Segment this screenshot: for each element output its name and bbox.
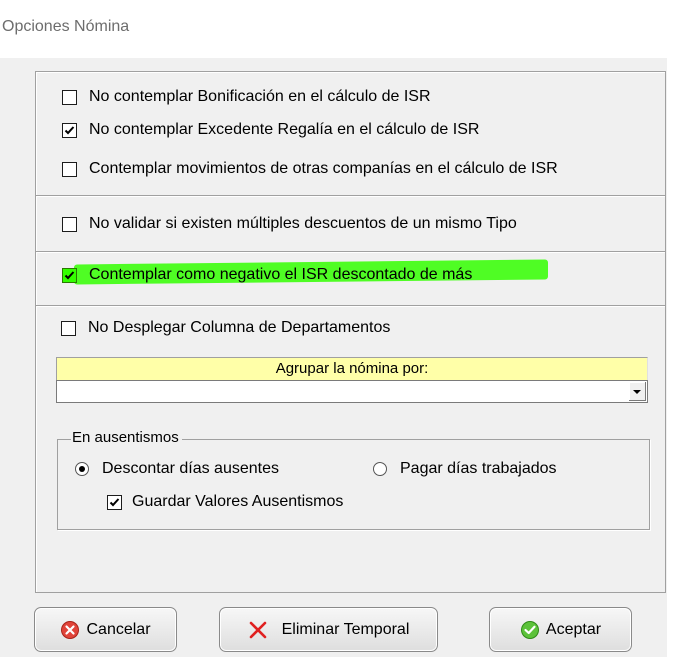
agrupar-select[interactable]: [56, 380, 648, 403]
options-panel-lower: No Desplegar Columna de Departamentos Ag…: [35, 71, 666, 593]
radio-label: Pagar días trabajados: [400, 460, 557, 477]
delete-temp-label: Eliminar Temporal: [281, 620, 410, 638]
radio-button[interactable]: [75, 462, 89, 476]
ausentismos-legend: En ausentismos: [71, 429, 182, 447]
accept-label: Aceptar: [545, 620, 602, 638]
ausentismos-group: [57, 439, 650, 530]
dropdown-button[interactable]: [628, 382, 646, 401]
checkmark-icon: [109, 497, 120, 506]
checkbox-guardar-ausentismos[interactable]: Guardar Valores Ausentismos: [107, 492, 343, 512]
title-bar: Opciones Nómina: [0, 0, 667, 58]
checkbox-label: No Desplegar Columna de Departamentos: [88, 319, 391, 336]
options-dialog: Opciones Nómina No contemplar Bonificaci…: [0, 0, 667, 657]
check-icon: [520, 620, 539, 639]
checkbox-no-departamentos[interactable]: No Desplegar Columna de Departamentos: [61, 318, 390, 338]
checkbox-box[interactable]: [61, 320, 76, 336]
radio-dot: [79, 466, 85, 472]
checkbox-box[interactable]: [107, 494, 122, 510]
x-icon: [249, 621, 266, 638]
chevron-down-icon: [633, 390, 641, 394]
background-margin: [667, 0, 689, 657]
radio-pagar-dias[interactable]: Pagar días trabajados: [373, 459, 557, 479]
window-title: Opciones Nómina: [2, 18, 130, 35]
delete-temp-button[interactable]: Eliminar Temporal: [219, 607, 438, 652]
cancel-icon: [61, 620, 80, 639]
cancel-label: Cancelar: [86, 620, 151, 638]
cancel-button[interactable]: Cancelar: [34, 607, 177, 652]
agrupar-label: Agrupar la nómina por:: [56, 357, 648, 380]
radio-label: Descontar días ausentes: [102, 460, 279, 477]
accept-button[interactable]: Aceptar: [489, 607, 632, 652]
radio-descontar-dias[interactable]: Descontar días ausentes: [75, 459, 279, 479]
radio-button[interactable]: [373, 462, 387, 476]
checkbox-label: Guardar Valores Ausentismos: [132, 493, 344, 510]
